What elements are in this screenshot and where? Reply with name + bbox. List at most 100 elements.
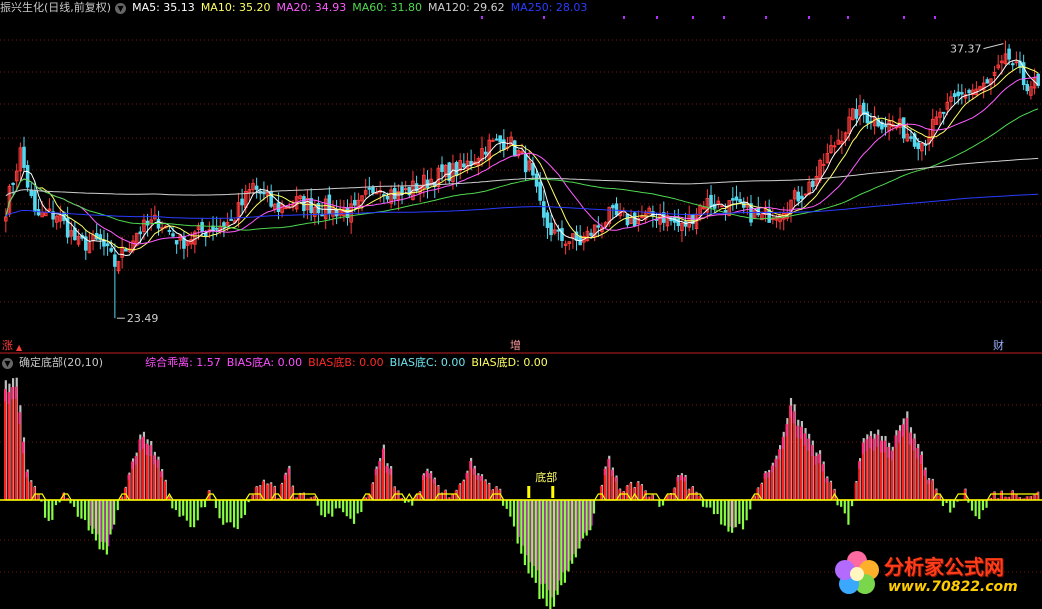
candle: [545, 210, 550, 239]
candle-body: [738, 198, 742, 203]
chevron-down-icon[interactable]: ▼: [115, 2, 127, 14]
event-marker-rise[interactable]: 涨: [2, 339, 13, 352]
bias-positive-bar: [7, 392, 10, 500]
candle: [167, 226, 172, 235]
bias-negative-bar: [658, 500, 661, 507]
bias-negative-bar: [196, 500, 199, 521]
signal-tick: [765, 16, 767, 19]
bias-positive-cap: [861, 442, 865, 455]
bias-positive-cap: [614, 477, 617, 482]
signal-tick: [623, 16, 625, 19]
candle-body: [109, 248, 114, 252]
stock-chart-canvas[interactable]: 37.37 23.49 底部: [0, 0, 1042, 609]
bias-positive-cap: [607, 459, 610, 468]
bias-positive-cap: [429, 473, 432, 479]
candle: [262, 181, 266, 201]
bias-negative-bar: [73, 500, 76, 507]
bias-positive-cap: [785, 424, 788, 437]
candle: [1021, 54, 1026, 91]
bias-positive-cap: [283, 474, 287, 480]
bias-negative-bar: [545, 500, 548, 607]
bias-positive-cap: [142, 436, 145, 449]
bias-negative-bar: [105, 500, 108, 555]
bias-negative-bar: [843, 500, 846, 514]
bias-negative-bar: [981, 500, 985, 511]
candle-body: [1014, 61, 1019, 64]
bias-positive-bar: [443, 490, 447, 500]
ma120-line: [5, 157, 1039, 197]
candle-body: [302, 196, 306, 212]
candle-body: [720, 205, 724, 208]
bias-positive-cap: [920, 455, 923, 465]
bias-negative-bar: [552, 500, 556, 607]
moving-averages: [5, 59, 1039, 257]
bias-negative-bar: [556, 500, 559, 595]
candle: [512, 139, 517, 157]
candle-body: [11, 182, 15, 185]
candle: [981, 76, 986, 99]
candle: [356, 192, 361, 215]
bias-negative-bar: [83, 500, 87, 521]
candle: [752, 209, 757, 219]
ma20-line: [5, 76, 1039, 245]
candle: [120, 236, 124, 269]
candle-body: [229, 218, 233, 221]
candle: [978, 85, 982, 91]
candle: [596, 216, 601, 237]
bias-negative-bar: [47, 500, 50, 521]
bias-negative-bar: [193, 500, 196, 528]
ma120-value: MA120: 29.62: [427, 1, 505, 14]
candle-body: [589, 232, 593, 236]
bias-negative-accent: [591, 500, 593, 526]
bias-negative-accent: [558, 500, 560, 581]
bias-negative-bar: [731, 500, 734, 533]
bias-negative-accent: [584, 500, 586, 533]
bias-negative-accent: [576, 500, 579, 549]
bias-negative-bar: [502, 500, 505, 506]
candle-body: [967, 89, 971, 94]
ma250-value: MA250: 28.03: [510, 1, 588, 14]
candle-body: [556, 229, 561, 232]
bias-positive-bar: [600, 485, 603, 500]
candle: [349, 195, 353, 234]
signal-tick: [847, 16, 849, 19]
bias-positive-bar: [4, 389, 7, 500]
bias-negative-bar: [720, 500, 723, 525]
signal-tick: [481, 16, 483, 19]
candle: [970, 83, 975, 101]
bias-negative-bar: [745, 500, 748, 521]
candle-body: [403, 188, 408, 191]
bias-positive-cap: [153, 455, 156, 465]
event-marker-finance[interactable]: 财: [993, 339, 1004, 352]
signal-tick: [723, 16, 725, 19]
bias-negative-bar: [338, 500, 341, 509]
candle-body: [803, 193, 808, 196]
candle: [462, 153, 466, 169]
bias-negative-bar: [974, 500, 977, 517]
bias-negative-bar: [705, 500, 708, 508]
flower-logo-icon: [835, 551, 879, 594]
bias-negative-accent: [518, 500, 521, 538]
bias-negative-bar: [98, 500, 101, 550]
candle: [302, 194, 306, 218]
bias-negative-bar: [727, 500, 730, 532]
chevron-down-icon[interactable]: ▼: [2, 357, 13, 369]
bias-positive-cap: [422, 475, 425, 481]
candle-body: [523, 153, 528, 173]
event-marker-increase[interactable]: 增: [510, 339, 521, 352]
candle: [920, 143, 924, 161]
bias-negative-bar: [531, 500, 534, 578]
candle: [25, 160, 30, 192]
candle: [494, 133, 499, 141]
bias-positive-bar: [14, 386, 18, 500]
candle-body: [309, 198, 313, 214]
candle: [632, 211, 637, 228]
bias-negative-accent: [733, 500, 735, 528]
bias-positive-cap: [469, 461, 472, 469]
bias-negative-accent: [97, 500, 99, 535]
candle: [327, 186, 332, 221]
candle: [1003, 40, 1008, 66]
bias-negative-bar: [512, 500, 516, 527]
signal-tick: [692, 16, 694, 19]
candle: [178, 234, 183, 250]
